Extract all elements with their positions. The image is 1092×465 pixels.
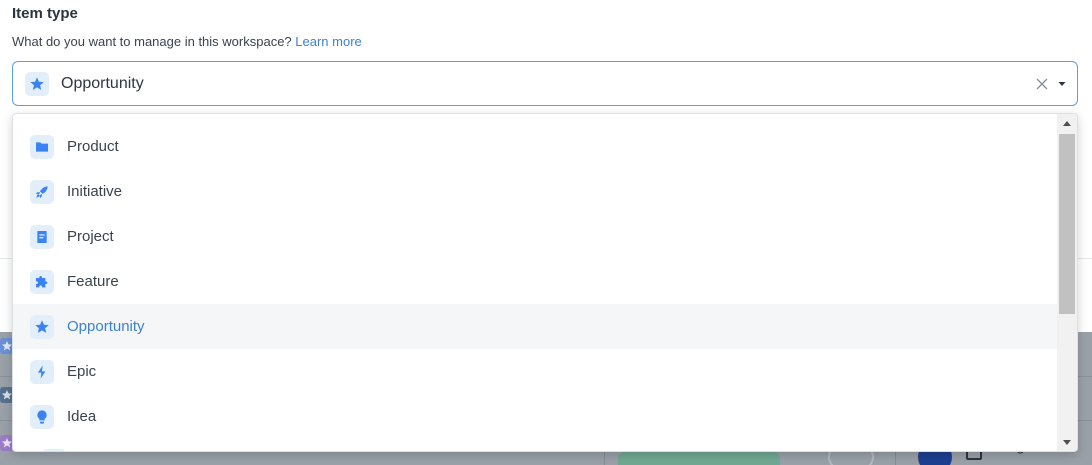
puzzle-icon bbox=[30, 270, 54, 294]
rocket-icon bbox=[30, 180, 54, 204]
option-label: Idea bbox=[67, 408, 97, 425]
option-label: Product bbox=[67, 138, 119, 155]
dropdown-options: Product Initiative Project Feature Oppor bbox=[13, 124, 1057, 439]
option-label: Feature bbox=[67, 273, 119, 290]
field-title: Item type bbox=[12, 5, 78, 22]
option-initiative[interactable]: Initiative bbox=[13, 169, 1057, 214]
item-type-dropdown: Product Initiative Project Feature Oppor bbox=[12, 113, 1078, 452]
option-label: Initiative bbox=[67, 183, 123, 200]
learn-more-link[interactable]: Learn more bbox=[295, 34, 361, 49]
chevron-down-icon[interactable] bbox=[1055, 74, 1069, 94]
option-project[interactable]: Project bbox=[13, 214, 1057, 259]
option-opportunity[interactable]: Opportunity bbox=[13, 304, 1057, 349]
background-status-pill bbox=[618, 452, 780, 465]
option-label: Project bbox=[67, 228, 114, 245]
field-help-text: What do you want to manage in this works… bbox=[12, 34, 362, 49]
next-option-icon-peek bbox=[43, 449, 65, 451]
scroll-up-arrow-icon[interactable] bbox=[1057, 114, 1077, 132]
star-icon bbox=[30, 315, 54, 339]
option-product[interactable]: Product bbox=[13, 124, 1057, 169]
option-feature[interactable]: Feature bbox=[13, 259, 1057, 304]
lightbulb-icon bbox=[30, 405, 54, 429]
lightning-icon bbox=[30, 360, 54, 384]
field-help-question: What do you want to manage in this works… bbox=[12, 34, 292, 49]
clear-icon[interactable] bbox=[1033, 74, 1051, 94]
selected-value: Opportunity bbox=[61, 75, 144, 92]
option-epic[interactable]: Epic bbox=[13, 349, 1057, 394]
clipboard-icon bbox=[30, 225, 54, 249]
option-label: Epic bbox=[67, 363, 97, 380]
star-icon bbox=[25, 72, 49, 96]
scroll-down-arrow-icon[interactable] bbox=[1057, 433, 1077, 451]
folder-icon bbox=[30, 135, 54, 159]
option-label: Opportunity bbox=[67, 318, 145, 335]
item-type-select[interactable]: Opportunity bbox=[12, 61, 1078, 106]
dropdown-scrollbar[interactable] bbox=[1057, 114, 1077, 451]
scroll-thumb[interactable] bbox=[1059, 134, 1075, 314]
option-idea[interactable]: Idea bbox=[13, 394, 1057, 439]
